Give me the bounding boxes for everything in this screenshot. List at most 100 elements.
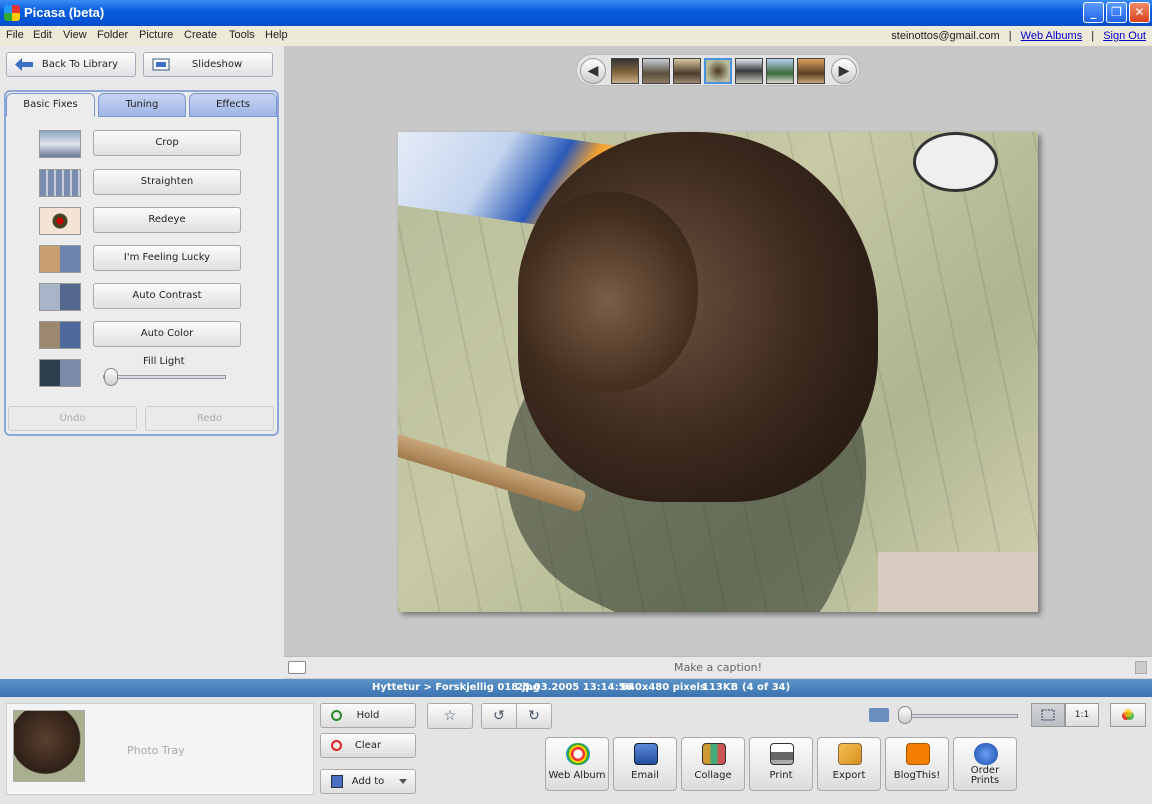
export-button[interactable]: Export — [817, 737, 881, 791]
menu-picture[interactable]: Picture — [139, 29, 173, 41]
auto-contrast-button[interactable]: Auto Contrast — [93, 283, 241, 309]
clear-icon — [331, 740, 342, 751]
fill-light-slider-track[interactable] — [103, 375, 226, 379]
email-button[interactable]: Email — [613, 737, 677, 791]
hold-button[interactable]: Hold — [320, 703, 416, 728]
tab-effects[interactable]: Effects — [189, 93, 277, 117]
menu-bar: File Edit View Folder Picture Create Too… — [0, 26, 1152, 46]
tab-tuning[interactable]: Tuning — [98, 93, 186, 117]
restore-button[interactable]: ❐ — [1106, 2, 1127, 23]
redeye-button[interactable]: Redeye — [93, 207, 241, 233]
slideshow-button[interactable]: Slideshow — [143, 52, 273, 77]
chevron-down-icon — [399, 779, 407, 784]
feeling-lucky-button[interactable]: I'm Feeling Lucky — [93, 245, 241, 271]
minimize-button[interactable]: _ — [1083, 2, 1104, 23]
clear-label: Clear — [354, 740, 382, 751]
print-button[interactable]: Print — [749, 737, 813, 791]
fix-row-straighten: Straighten — [39, 169, 249, 197]
rotate-right-button[interactable]: ↻ — [516, 703, 552, 729]
blogthis-label: BlogThis! — [893, 770, 941, 781]
redo-button[interactable]: Redo — [145, 406, 274, 431]
export-folder-icon — [838, 743, 862, 765]
fix-row-crop: Crop — [39, 130, 249, 158]
back-to-library-button[interactable]: Back To Library — [6, 52, 136, 77]
album-icon — [331, 775, 343, 788]
back-arrow-icon — [15, 58, 33, 71]
photo-tray: Photo Tray — [6, 703, 314, 795]
caption-bar: Make a caption! — [284, 656, 1152, 678]
globe-icon — [974, 743, 998, 765]
filmstrip-thumb[interactable] — [642, 58, 670, 84]
fill-light-slider-handle[interactable] — [104, 368, 118, 386]
blogger-icon — [906, 743, 930, 765]
clear-button[interactable]: Clear — [320, 733, 416, 758]
fill-light-label: Fill Light — [143, 356, 185, 367]
menu-file[interactable]: File — [6, 29, 24, 41]
photo-paper-shape — [878, 552, 1038, 612]
filmstrip: ◀ ▶ — [576, 54, 860, 86]
zoom-slider-track[interactable] — [900, 714, 1018, 718]
filmstrip-thumb-selected[interactable] — [704, 58, 732, 84]
menu-edit[interactable]: Edit — [33, 29, 52, 41]
web-album-label: Web Album — [548, 770, 606, 781]
filmstrip-thumb[interactable] — [766, 58, 794, 84]
filmstrip-thumb[interactable] — [673, 58, 701, 84]
photo-plate-shape — [913, 132, 998, 192]
crop-preview-thumb — [39, 130, 81, 158]
photo-path: Hyttetur > Forskjellig 018.jpg — [372, 682, 540, 693]
add-to-label: Add to — [351, 776, 385, 787]
fixes-tab-panel: Basic Fixes Tuning Effects Crop Straight… — [4, 90, 279, 436]
undo-button[interactable]: Undo — [8, 406, 137, 431]
photo-filesize: 113KB — [702, 682, 739, 693]
slideshow-label: Slideshow — [191, 59, 243, 70]
sign-out-link[interactable]: Sign Out — [1103, 30, 1146, 42]
menu-create[interactable]: Create — [184, 29, 217, 41]
fix-row-redeye: Redeye — [39, 207, 249, 235]
menu-view[interactable]: View — [63, 29, 87, 41]
caption-input[interactable]: Make a caption! — [284, 661, 1152, 674]
hold-icon — [331, 710, 342, 721]
redeye-preview-thumb — [39, 207, 81, 235]
close-button[interactable]: ✕ — [1129, 2, 1150, 23]
fit-icon — [1041, 709, 1055, 721]
filmstrip-thumb[interactable] — [611, 58, 639, 84]
photo-dimensions: 640x480 pixels — [621, 682, 706, 693]
order-prints-button[interactable]: Order Prints — [953, 737, 1017, 791]
crop-button[interactable]: Crop — [93, 130, 241, 156]
photo-date: 25.03.2005 13:14:56 — [516, 682, 633, 693]
fit-view-button[interactable] — [1031, 703, 1065, 727]
next-photo-button[interactable]: ▶ — [831, 58, 857, 84]
account-email: steinottos@gmail.com — [891, 30, 1000, 42]
color-picker-button[interactable] — [1110, 703, 1146, 727]
hold-label: Hold — [356, 710, 380, 721]
printer-icon — [770, 743, 794, 765]
web-album-button[interactable]: Web Album — [545, 737, 609, 791]
menu-tools[interactable]: Tools — [229, 29, 255, 41]
straighten-button[interactable]: Straighten — [93, 169, 241, 195]
export-label: Export — [832, 770, 866, 781]
fix-row-auto-color: Auto Color — [39, 321, 249, 349]
collage-button[interactable]: Collage — [681, 737, 745, 791]
zoom-slider-handle[interactable] — [898, 706, 912, 724]
auto-contrast-preview-thumb — [39, 283, 81, 311]
rotate-left-button[interactable]: ↺ — [481, 703, 517, 729]
menu-help[interactable]: Help — [265, 29, 288, 41]
actual-size-button[interactable]: 1:1 — [1065, 703, 1099, 727]
filmstrip-thumb[interactable] — [735, 58, 763, 84]
tray-photo-thumb[interactable] — [13, 710, 85, 782]
blogthis-button[interactable]: BlogThis! — [885, 737, 949, 791]
add-to-button[interactable]: Add to — [320, 769, 416, 794]
photo-tray-label: Photo Tray — [127, 744, 185, 757]
filmstrip-thumb[interactable] — [797, 58, 825, 84]
print-label: Print — [769, 770, 793, 781]
star-button[interactable]: ☆ — [427, 703, 473, 729]
web-albums-link[interactable]: Web Albums — [1021, 30, 1083, 42]
previous-photo-button[interactable]: ◀ — [580, 58, 606, 84]
auto-color-button[interactable]: Auto Color — [93, 321, 241, 347]
menu-folder[interactable]: Folder — [97, 29, 128, 41]
trash-icon[interactable] — [1135, 661, 1147, 674]
auto-color-preview-thumb — [39, 321, 81, 349]
fix-row-feeling-lucky: I'm Feeling Lucky — [39, 245, 249, 273]
tab-basic-fixes[interactable]: Basic Fixes — [6, 93, 95, 117]
main-photo[interactable] — [398, 132, 1038, 612]
